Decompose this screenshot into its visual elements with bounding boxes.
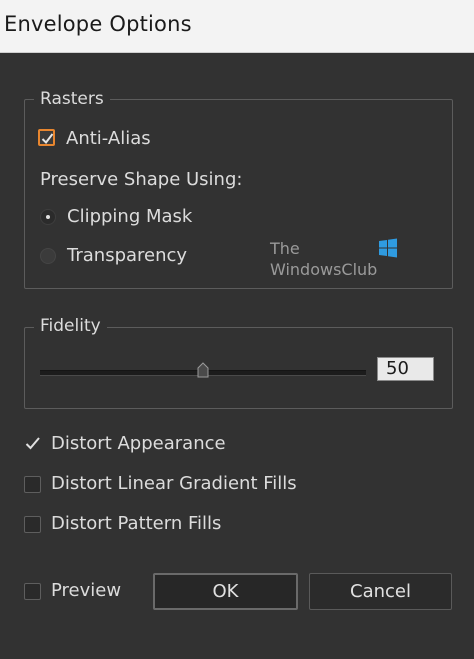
preview-checkbox[interactable] (24, 583, 41, 600)
transparency-label: Transparency (67, 245, 188, 266)
window-title: Envelope Options (4, 12, 192, 36)
fidelity-value-input[interactable]: 50 (377, 357, 434, 381)
distort-appearance-label: Distort Appearance (51, 433, 226, 454)
distort-linear-gradient-label: Distort Linear Gradient Fills (51, 473, 297, 494)
distort-linear-gradient-checkbox[interactable] (24, 476, 41, 493)
windows-logo-icon (379, 238, 397, 258)
distort-appearance-checkbox[interactable] (24, 435, 41, 452)
clipping-mask-label: Clipping Mask (67, 206, 193, 227)
anti-alias-checkbox[interactable] (38, 129, 55, 146)
fidelity-group-label: Fidelity (34, 316, 107, 336)
checkmark-icon (41, 133, 54, 145)
preview-label: Preview (51, 580, 122, 601)
watermark-line2: WindowsClub (270, 260, 378, 279)
distort-pattern-fills-checkbox[interactable] (24, 516, 41, 533)
preserve-shape-label: Preserve Shape Using: (40, 169, 243, 190)
transparency-radio[interactable] (40, 248, 56, 264)
rasters-group-label: Rasters (34, 89, 110, 109)
checkmark-icon (25, 437, 40, 450)
cancel-button[interactable]: Cancel (309, 573, 452, 610)
clipping-mask-radio[interactable] (40, 209, 56, 225)
anti-alias-label: Anti-Alias (66, 128, 151, 149)
watermark-line1: The (270, 239, 300, 258)
distort-pattern-fills-label: Distort Pattern Fills (51, 513, 222, 534)
title-bar: Envelope Options (0, 0, 474, 53)
ok-button[interactable]: OK (153, 573, 298, 610)
fidelity-slider-thumb[interactable] (195, 362, 211, 378)
